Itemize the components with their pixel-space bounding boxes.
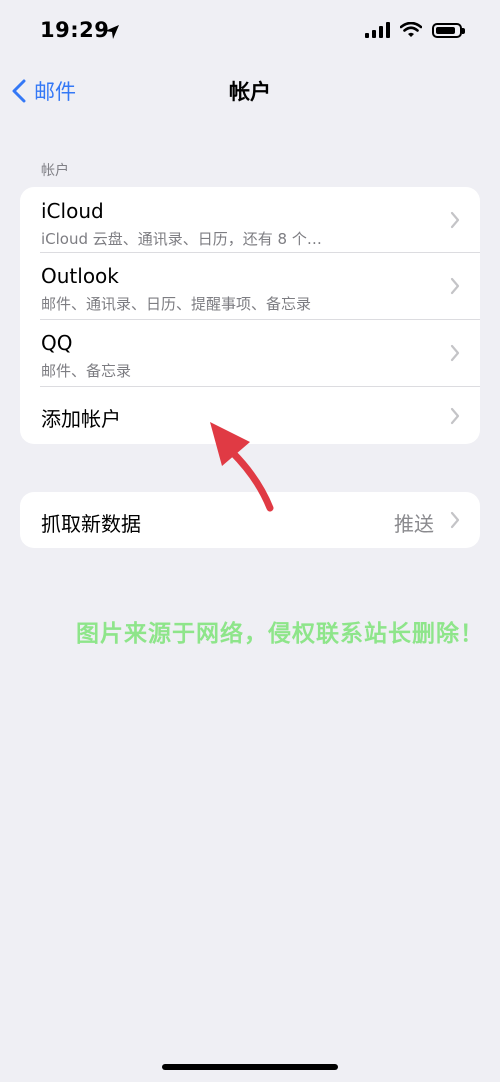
cellular-signal-icon	[365, 22, 390, 38]
account-subtitle: iCloud 云盘、通讯录、日历，还有 8 个…	[41, 230, 322, 248]
account-subtitle: 邮件、备忘录	[41, 362, 132, 380]
watermark-text: 图片来源于网络，侵权联系站长删除！	[76, 621, 484, 647]
location-arrow-icon	[105, 25, 119, 39]
account-title: Outlook	[41, 264, 119, 288]
chevron-right-icon	[450, 277, 460, 295]
account-subtitle: 邮件、通讯录、日历、提醒事项、备忘录	[41, 295, 312, 313]
annotation-arrow-icon	[210, 422, 274, 512]
section-header-accounts: 帐户	[41, 163, 69, 179]
account-row-icloud[interactable]: iCloud iCloud 云盘、通讯录、日历，还有 8 个…	[20, 187, 480, 253]
home-indicator[interactable]	[162, 1064, 338, 1070]
account-row-qq[interactable]: QQ 邮件、备忘录	[20, 320, 480, 387]
fetch-new-data-value: 推送	[394, 512, 434, 536]
navigation-bar: 邮件 帐户	[0, 64, 500, 114]
page-title: 帐户	[229, 80, 271, 104]
status-indicators	[365, 22, 465, 38]
chevron-right-icon	[450, 344, 460, 362]
chevron-right-icon	[450, 407, 460, 425]
battery-icon	[432, 22, 465, 38]
account-title: iCloud	[41, 199, 104, 223]
fetch-new-data-label: 抓取新数据	[41, 512, 141, 536]
status-time: 19:29	[40, 18, 110, 42]
account-row-outlook[interactable]: Outlook 邮件、通讯录、日历、提醒事项、备忘录	[20, 253, 480, 320]
accounts-list: iCloud iCloud 云盘、通讯录、日历，还有 8 个… Outlook …	[20, 187, 480, 444]
status-bar: 19:29	[0, 0, 500, 64]
add-account-label: 添加帐户	[41, 407, 121, 431]
wifi-icon	[400, 22, 422, 37]
account-title: QQ	[41, 331, 73, 355]
chevron-right-icon	[450, 511, 460, 529]
chevron-right-icon	[450, 211, 460, 229]
